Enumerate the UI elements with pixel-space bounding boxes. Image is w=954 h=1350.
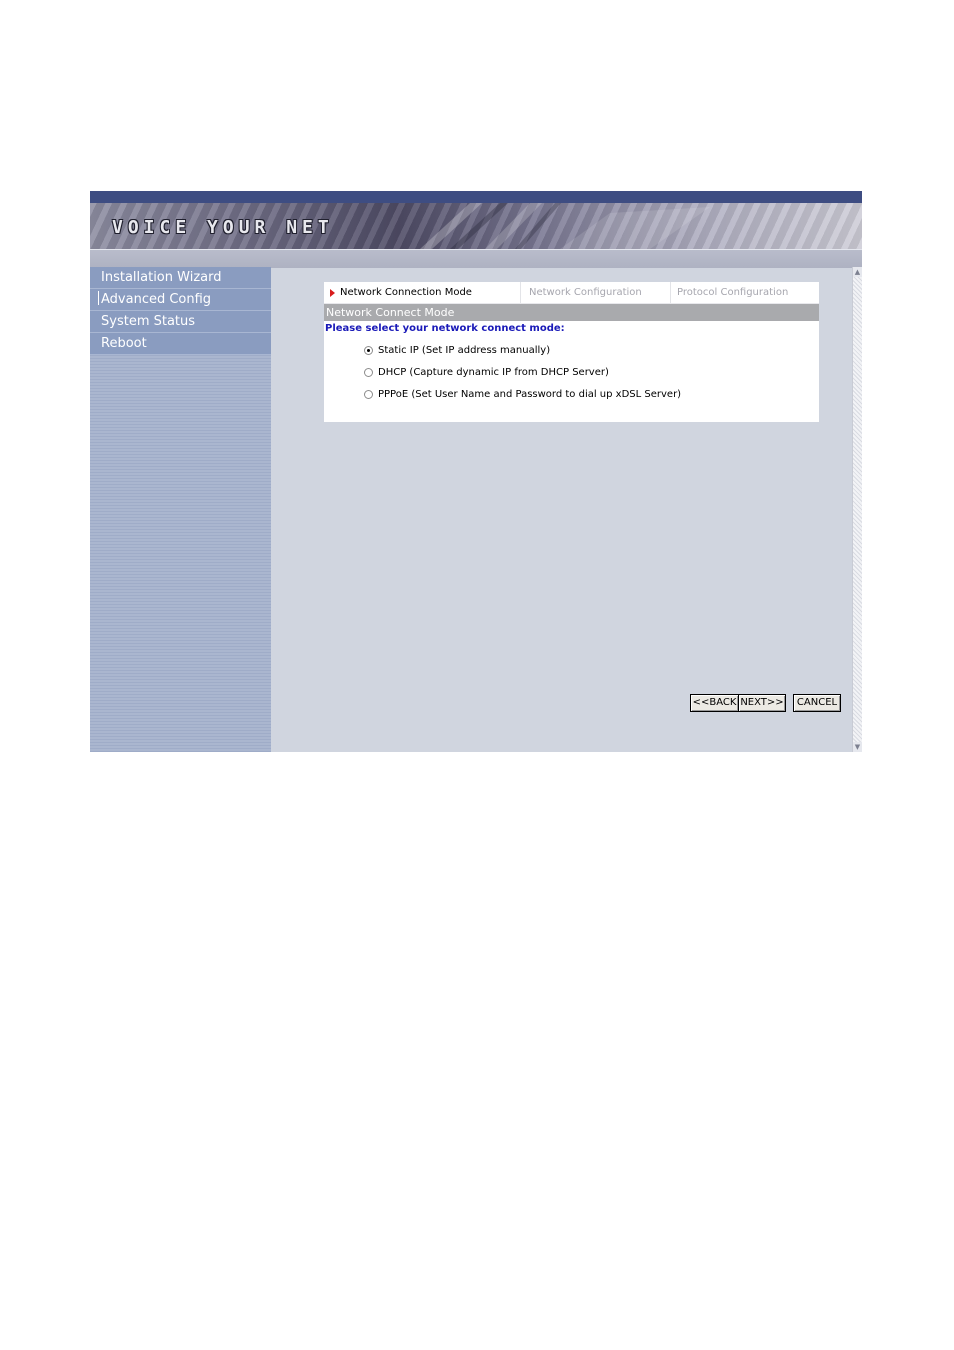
sidebar-item-installation-wizard[interactable]: Installation Wizard xyxy=(90,267,271,289)
next-button[interactable]: NEXT>> xyxy=(738,694,786,712)
step-label: Network Connection Mode xyxy=(340,287,472,298)
scroll-up-arrow-icon[interactable]: ▲ xyxy=(853,267,862,277)
wizard-steps: Network Connection Mode Network Configur… xyxy=(324,282,819,304)
cancel-button[interactable]: CANCEL xyxy=(793,694,841,712)
step-network-configuration: Network Configuration xyxy=(521,282,671,303)
option-label: Static IP (Set IP address manually) xyxy=(378,345,551,356)
banner-bottom-bar xyxy=(90,249,862,268)
step-network-connection-mode: Network Connection Mode xyxy=(324,282,521,303)
active-step-arrow-icon xyxy=(330,289,335,297)
radio-dhcp[interactable] xyxy=(364,368,373,377)
banner-top-bar xyxy=(90,191,862,203)
select-mode-prompt: Please select your network connect mode: xyxy=(325,323,565,334)
option-label: PPPoE (Set User Name and Password to dia… xyxy=(378,389,682,400)
wizard-panel: Network Connection Mode Network Configur… xyxy=(324,282,819,422)
header-banner: VOICE YOUR NET xyxy=(90,191,862,268)
scroll-down-arrow-icon[interactable]: ▼ xyxy=(853,742,862,752)
step-protocol-configuration: Protocol Configuration xyxy=(677,287,789,298)
sidebar-item-system-status[interactable]: System Status xyxy=(90,311,271,333)
sidebar-nav: Installation Wizard Advanced Config Syst… xyxy=(90,267,271,752)
mouse-cursor-icon xyxy=(98,291,99,305)
sidebar-item-label: Advanced Config xyxy=(101,292,212,307)
sidebar-item-reboot[interactable]: Reboot xyxy=(90,333,271,355)
back-button[interactable]: <<BACK xyxy=(690,694,739,712)
radio-static-ip[interactable] xyxy=(364,346,373,355)
radio-pppoe[interactable] xyxy=(364,390,373,399)
option-label: DHCP (Capture dynamic IP from DHCP Serve… xyxy=(378,367,609,378)
sidebar-item-advanced-config[interactable]: Advanced Config xyxy=(90,289,271,311)
section-title: Network Connect Mode xyxy=(324,304,819,321)
router-admin-window: VOICE YOUR NET Installation Wizard Advan… xyxy=(90,191,862,752)
brand-logo: VOICE YOUR NET xyxy=(112,217,334,238)
vertical-scrollbar[interactable]: ▲ ▼ xyxy=(852,267,862,752)
